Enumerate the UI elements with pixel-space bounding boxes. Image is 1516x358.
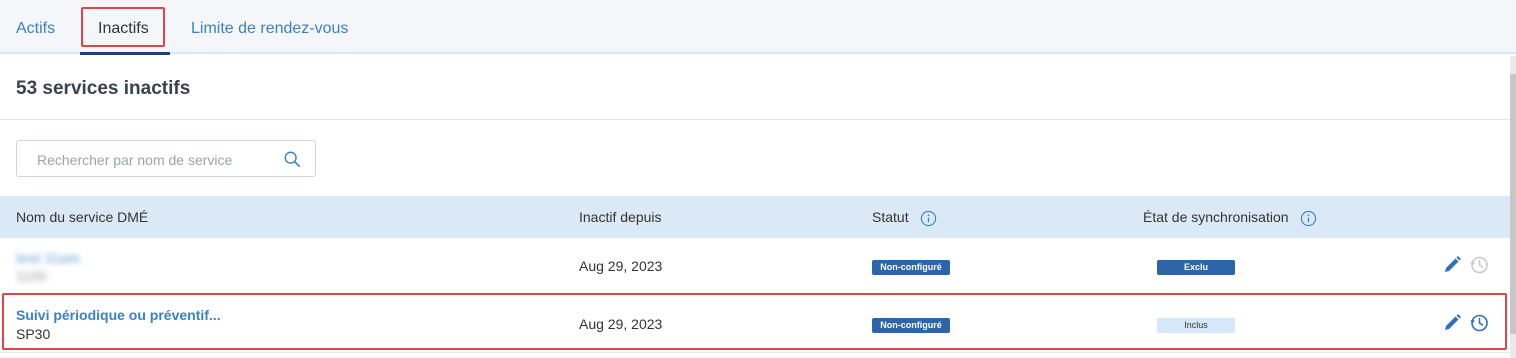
divider (0, 119, 1510, 120)
inactive-since-date: Aug 29, 2023 (579, 258, 663, 274)
service-name-link[interactable]: test 11am (16, 250, 80, 266)
history-icon (1470, 256, 1488, 274)
column-header-sync: État de synchronisation (1143, 209, 1317, 227)
info-icon[interactable] (920, 210, 937, 227)
row-highlight-box (2, 293, 1507, 350)
tab-actifs[interactable]: Actifs (16, 20, 55, 38)
active-tab-indicator (80, 52, 170, 55)
tab-bar: Actifs Inactifs Limite de rendez-vous (0, 0, 1516, 55)
column-header-sync-label[interactable]: État de synchronisation (1143, 209, 1289, 225)
scrollbar-thumb[interactable] (1510, 74, 1516, 334)
service-code: 1100 (16, 268, 47, 284)
table-row: test 11am 1100 Aug 29, 2023 Non-configur… (0, 238, 1510, 295)
tab-highlight-box (81, 7, 165, 47)
column-header-inactive-since[interactable]: Inactif depuis (579, 209, 662, 225)
column-header-name[interactable]: Nom du service DMÉ (16, 209, 148, 225)
sync-badge: Exclu (1157, 260, 1235, 275)
status-badge: Non-configuré (872, 260, 950, 275)
tab-limite-rendez-vous[interactable]: Limite de rendez-vous (191, 20, 348, 38)
search-box (16, 140, 316, 177)
scrollbar[interactable] (1510, 56, 1516, 358)
info-icon[interactable] (1300, 210, 1317, 227)
search-icon[interactable] (283, 150, 301, 168)
search-input[interactable] (35, 149, 279, 171)
page-title: 53 services inactifs (16, 78, 191, 99)
table-header: Nom du service DMÉ Inactif depuis Statut… (0, 196, 1510, 238)
pencil-icon[interactable] (1442, 255, 1462, 275)
column-header-status: Statut (872, 209, 937, 227)
column-header-status-label[interactable]: Statut (872, 209, 909, 225)
